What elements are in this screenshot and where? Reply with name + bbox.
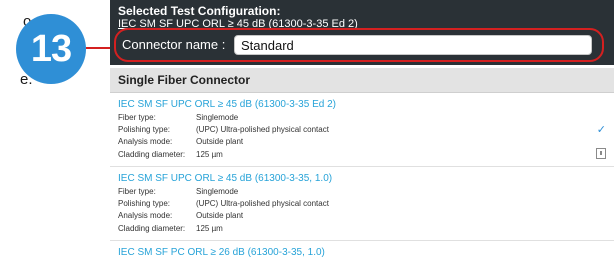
field-row: Analysis mode: Outside plant <box>118 137 243 146</box>
item-title: IEC SM SF UPC ORL ≥ 45 dB (61300-3-35, 1… <box>118 173 333 184</box>
field-value: 125 µm <box>196 224 223 233</box>
field-value: Outside plant <box>196 211 244 220</box>
header-title: Selected Test Configuration: <box>118 4 281 18</box>
save-icon[interactable] <box>596 148 606 159</box>
item-title: IEC SM SF UPC ORL ≥ 45 dB (61300-3-35 Ed… <box>118 99 336 110</box>
config-panel: Selected Test Configuration: IEC SM SF U… <box>110 0 614 268</box>
field-value: (UPC) Ultra-polished physical contact <box>196 125 329 134</box>
field-value: 125 µm <box>196 150 223 159</box>
check-icon: ✓ <box>596 124 606 136</box>
section-title: Single Fiber Connector <box>118 73 251 87</box>
callout-badge: 13 <box>16 14 86 84</box>
field-value: Singlemode <box>196 187 239 196</box>
field-key: Fiber type: <box>118 187 156 196</box>
field-key: Cladding diameter: <box>118 224 186 233</box>
field-key: Cladding diameter: <box>118 150 186 159</box>
connector-name-label: Connector name : <box>122 37 226 52</box>
connector-row: Connector name : <box>110 28 614 62</box>
field-key: Analysis mode: <box>118 211 173 220</box>
field-key: Polishing type: <box>118 125 171 134</box>
field-row: Analysis mode: Outside plant <box>118 211 243 220</box>
field-row: Cladding diameter: 125 µm <box>118 150 223 159</box>
field-row: Fiber type: Singlemode <box>118 187 238 196</box>
field-value: (UPC) Ultra-polished physical contact <box>196 199 329 208</box>
field-row: Fiber type: Singlemode <box>118 113 238 122</box>
field-value: Singlemode <box>196 113 239 122</box>
field-key: Polishing type: <box>118 199 171 208</box>
field-row: Polishing type: (UPC) Ultra-polished phys… <box>118 125 329 134</box>
field-row: Cladding diameter: 125 µm <box>118 224 223 233</box>
field-row: Polishing type: (UPC) Ultra-polished phys… <box>118 199 329 208</box>
list-item[interactable]: IEC SM SF PC ORL ≥ 26 dB (61300-3-35, 1.… <box>110 241 614 268</box>
section-header: Single Fiber Connector <box>110 68 614 93</box>
list-item[interactable]: IEC SM SF UPC ORL ≥ 45 dB (61300-3-35 Ed… <box>110 93 614 167</box>
header: Selected Test Configuration: IEC SM SF U… <box>110 0 614 65</box>
page: o o e. 13 Selected Test Configuration: I… <box>0 0 614 268</box>
field-key: Analysis mode: <box>118 137 173 146</box>
field-key: Fiber type: <box>118 113 156 122</box>
list-item[interactable]: IEC SM SF UPC ORL ≥ 45 dB (61300-3-35, 1… <box>110 167 614 241</box>
connector-name-input[interactable] <box>234 35 592 55</box>
field-value: Outside plant <box>196 137 244 146</box>
item-title: IEC SM SF PC ORL ≥ 26 dB (61300-3-35, 1.… <box>118 247 325 258</box>
